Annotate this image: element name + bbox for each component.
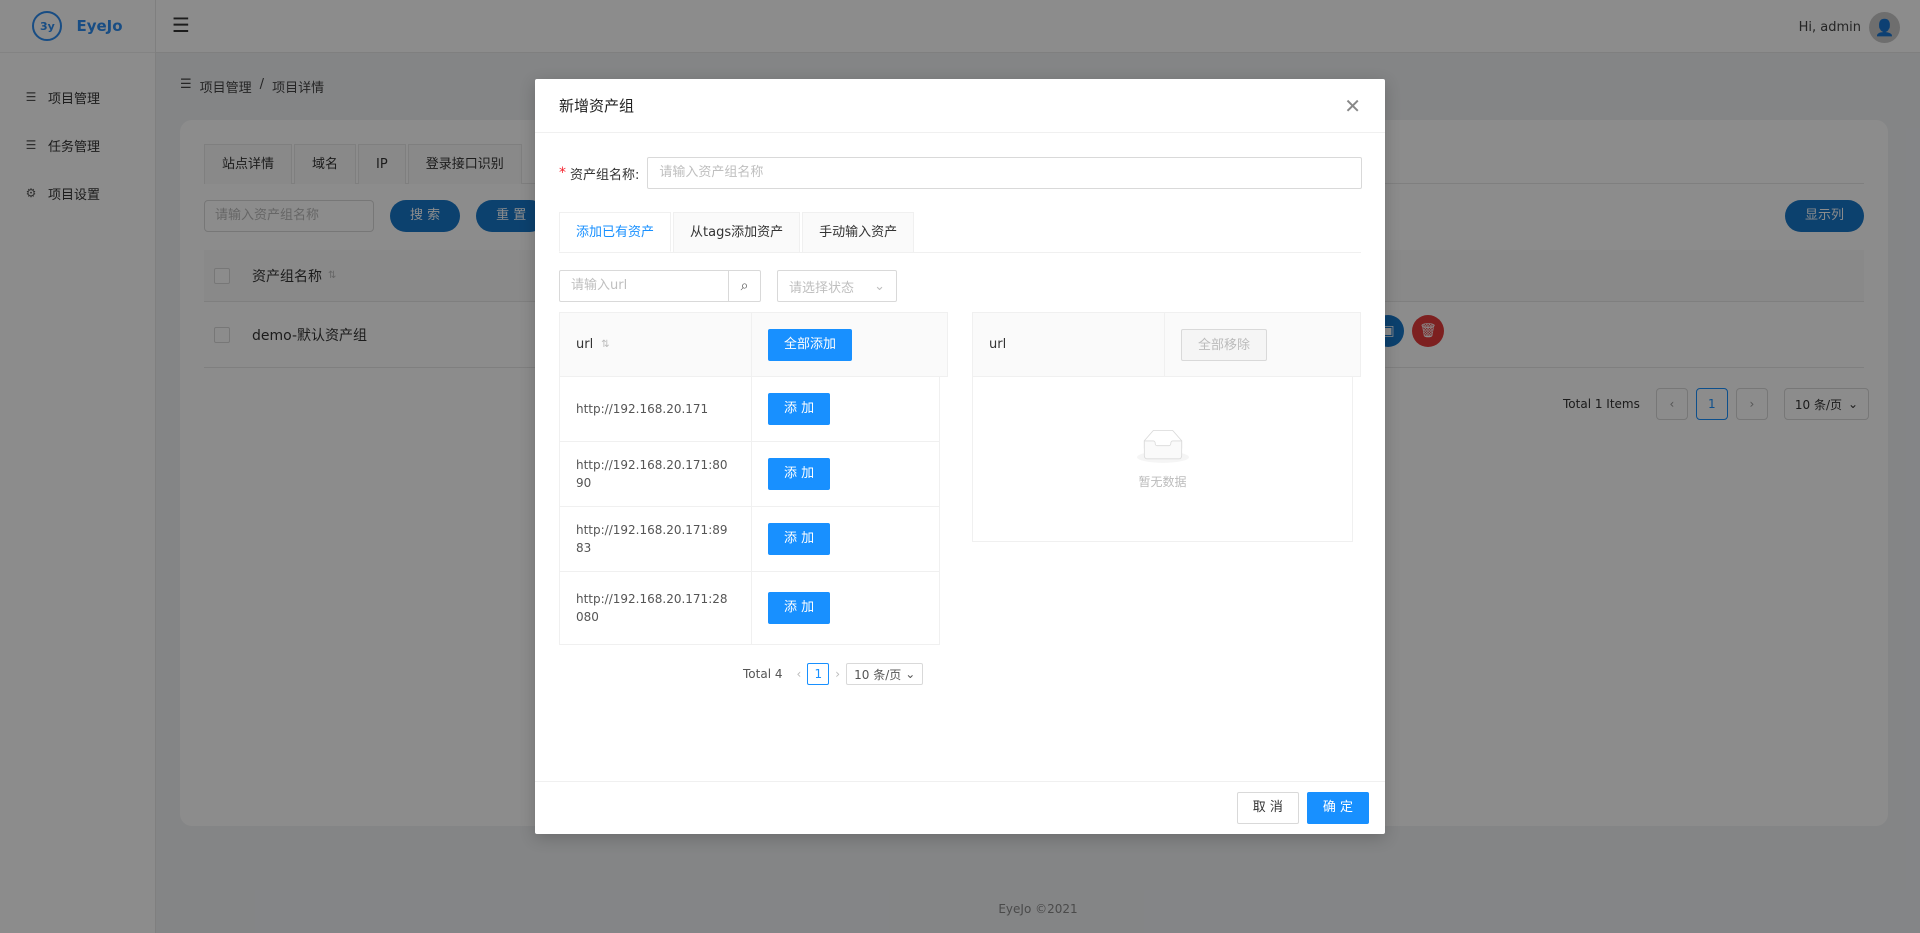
add-button[interactable]: 添 加: [768, 592, 831, 624]
next-page-button[interactable]: ›: [835, 667, 840, 681]
available-assets-table: url ⇅ 全部添加 http://192.168.20.171 添 加 htt…: [559, 312, 948, 645]
url-input-placeholder[interactable]: 请输入url: [560, 271, 728, 301]
url-search-input[interactable]: 请输入url ⌕: [559, 270, 761, 302]
add-asset-group-modal: 新增资产组 ✕ * 资产组名称: 请输入资产组名称 添加已有资产 从tags添加…: [535, 79, 1385, 834]
add-button[interactable]: 添 加: [768, 523, 831, 555]
asset-group-name-input[interactable]: 请输入资产组名称: [647, 157, 1363, 189]
page-size-value: 10 条/页: [854, 667, 902, 682]
table-cell-url: http://192.168.20.171: [576, 402, 709, 416]
table-row: http://192.168.20.171:8983 添 加: [559, 507, 940, 572]
table-cell-url: http://192.168.20.171:28080: [576, 592, 728, 624]
add-button[interactable]: 添 加: [768, 458, 831, 490]
status-placeholder: 请选择状态: [789, 280, 855, 296]
table-cell-url: http://192.168.20.171:8983: [576, 523, 728, 555]
table-body: http://192.168.20.171 添 加 http://192.168…: [559, 377, 940, 645]
ok-button[interactable]: 确 定: [1306, 792, 1369, 824]
table-row: http://192.168.20.171:8090 添 加: [559, 442, 940, 507]
chevron-down-icon: ⌄: [874, 278, 885, 294]
table-row: http://192.168.20.171:28080 添 加: [559, 572, 940, 645]
page-number[interactable]: 1: [807, 663, 830, 685]
table-header: url ⇅ 全部添加: [559, 312, 948, 377]
search-icon[interactable]: ⌕: [728, 271, 760, 301]
tab-add-existing-assets[interactable]: 添加已有资产: [559, 212, 672, 252]
name-label: 资产组名称:: [570, 167, 640, 183]
tab-manual-input[interactable]: 手动输入资产: [802, 212, 915, 252]
sort-icon[interactable]: ⇅: [601, 339, 609, 350]
inner-pagination: Total 4 ‹ 1 › 10 条/页 ⌄: [743, 663, 924, 685]
tab-add-from-tags[interactable]: 从tags添加资产: [673, 212, 801, 252]
column-header-action: 全部添加: [751, 313, 947, 376]
remove-all-button[interactable]: 全部移除: [1181, 328, 1268, 361]
modal-footer: 取 消 确 定: [535, 781, 1385, 834]
pagination-total: Total 4: [743, 667, 783, 681]
modal-header: 新增资产组 ✕: [535, 79, 1385, 133]
add-button[interactable]: 添 加: [768, 393, 831, 425]
cancel-button[interactable]: 取 消: [1236, 792, 1299, 824]
table-row: http://192.168.20.171 添 加: [559, 377, 940, 442]
page-size-select[interactable]: 10 条/页 ⌄: [846, 663, 924, 685]
column-header-action: 全部移除: [1164, 313, 1360, 376]
column-header-url-label: url: [576, 337, 594, 352]
chevron-down-icon: ⌄: [905, 667, 916, 681]
table-cell-url: http://192.168.20.171:8090: [576, 458, 728, 490]
column-header-url[interactable]: url ⇅: [560, 313, 751, 376]
empty-text: 暂无数据: [1138, 474, 1187, 489]
close-icon[interactable]: ✕: [1344, 94, 1361, 118]
selected-assets-table: url 全部移除 暂无数据: [972, 312, 1361, 542]
required-mark: *: [559, 165, 566, 181]
filter-row: 请输入url ⌕ 请选择状态 ⌄: [559, 270, 897, 302]
empty-state: 暂无数据: [972, 377, 1353, 542]
column-header-url: url: [989, 337, 1007, 352]
empty-inbox-icon: [1136, 429, 1189, 463]
modal-title: 新增资产组: [559, 97, 635, 115]
status-select[interactable]: 请选择状态 ⌄: [777, 270, 897, 302]
modal-tabs: 添加已有资产 从tags添加资产 手动输入资产: [559, 212, 1361, 253]
prev-page-button[interactable]: ‹: [796, 667, 801, 681]
table-header: url 全部移除: [972, 312, 1361, 377]
name-form-row: * 资产组名称: 请输入资产组名称: [559, 157, 1363, 189]
add-all-button[interactable]: 全部添加: [768, 328, 853, 361]
